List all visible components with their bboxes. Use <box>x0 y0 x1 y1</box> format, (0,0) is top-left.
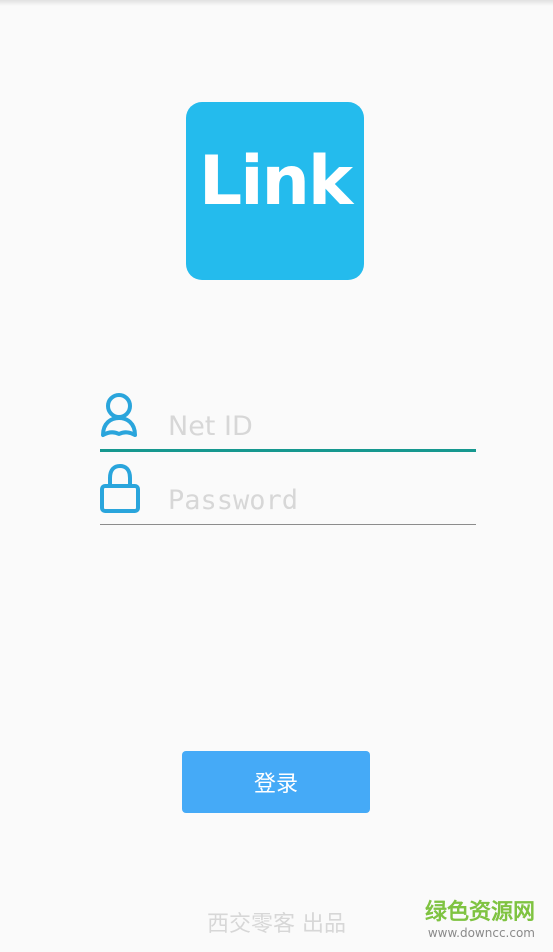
top-shadow <box>0 0 553 6</box>
user-icon <box>100 390 142 444</box>
password-field <box>100 463 476 525</box>
password-underline <box>100 524 476 525</box>
watermark: 绿色资源网 www.downcc.com <box>425 900 535 940</box>
logo-text: Link <box>198 142 353 221</box>
netid-field <box>100 390 476 452</box>
app-logo: Link <box>186 102 364 280</box>
watermark-url: www.downcc.com <box>427 926 535 940</box>
watermark-title: 绿色资源网 <box>424 900 535 925</box>
netid-underline <box>100 449 476 452</box>
password-input[interactable] <box>168 480 468 520</box>
login-button[interactable]: 登录 <box>182 751 370 813</box>
lock-icon <box>100 463 144 520</box>
netid-input[interactable] <box>168 406 468 446</box>
